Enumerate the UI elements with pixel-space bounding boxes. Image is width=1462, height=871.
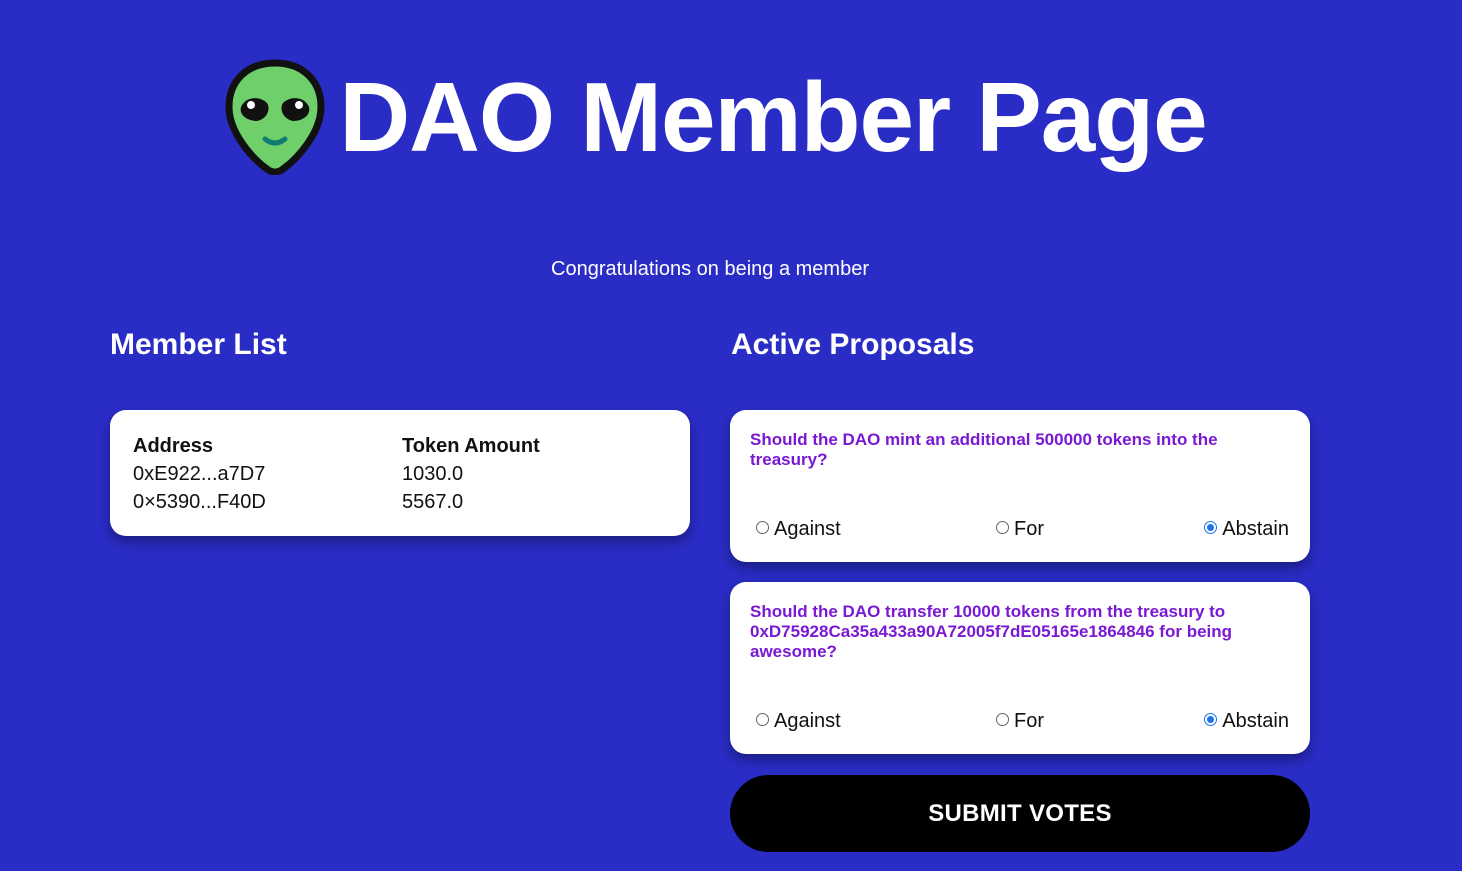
member-table: Address Token Amount 0xE922...a7D7 1030.… [133,432,540,516]
vote-option-label: For [1014,710,1044,732]
table-header-row: Address Token Amount [133,432,540,460]
against-radio[interactable] [756,713,769,726]
member-list-heading: Member List [110,328,287,361]
submit-votes-button[interactable]: SUBMIT VOTES [730,775,1310,852]
table-row: 0×5390...F40D 5567.0 [133,488,540,516]
vote-option-label: Abstain [1222,710,1289,732]
vote-abstain-option[interactable]: Abstain [1204,710,1289,733]
member-list-card: Address Token Amount 0xE922...a7D7 1030.… [110,410,690,536]
vote-options: Against For Abstain [756,518,1289,542]
proposal-question: Should the DAO mint an additional 500000… [750,430,1218,469]
vote-option-label: Against [774,518,841,540]
page-header: DAO Member Page [0,52,1462,182]
vote-options: Against For Abstain [756,710,1289,734]
table-row: 0xE922...a7D7 1030.0 [133,460,540,488]
against-radio[interactable] [756,521,769,534]
vote-option-label: For [1014,518,1044,540]
column-header-token-amount: Token Amount [402,434,540,457]
vote-against-option[interactable]: Against [756,710,841,733]
member-address: 0xE922...a7D7 [133,462,266,485]
proposal-card: Should the DAO mint an additional 500000… [730,410,1310,562]
vote-abstain-option[interactable]: Abstain [1204,518,1289,541]
abstain-radio[interactable] [1204,521,1218,534]
vote-against-option[interactable]: Against [756,518,841,541]
active-proposals-heading: Active Proposals [731,328,975,361]
column-header-address: Address [133,434,214,457]
alien-icon [225,59,325,175]
for-radio[interactable] [996,713,1009,726]
for-radio[interactable] [996,521,1009,534]
page-title: DAO Member Page [339,62,1207,172]
welcome-message: Congratulations on being a member [551,258,869,280]
vote-for-option[interactable]: For [996,518,1044,541]
vote-for-option[interactable]: For [996,710,1044,733]
member-token-amount: 1030.0 [402,462,464,485]
member-token-amount: 5567.0 [402,490,464,513]
proposal-card: Should the DAO transfer 10000 tokens fro… [730,582,1310,754]
vote-option-label: Abstain [1222,518,1289,540]
proposal-question: Should the DAO transfer 10000 tokens fro… [750,602,1233,661]
vote-option-label: Against [774,710,841,732]
member-address: 0×5390...F40D [133,490,266,513]
abstain-radio[interactable] [1204,713,1218,726]
